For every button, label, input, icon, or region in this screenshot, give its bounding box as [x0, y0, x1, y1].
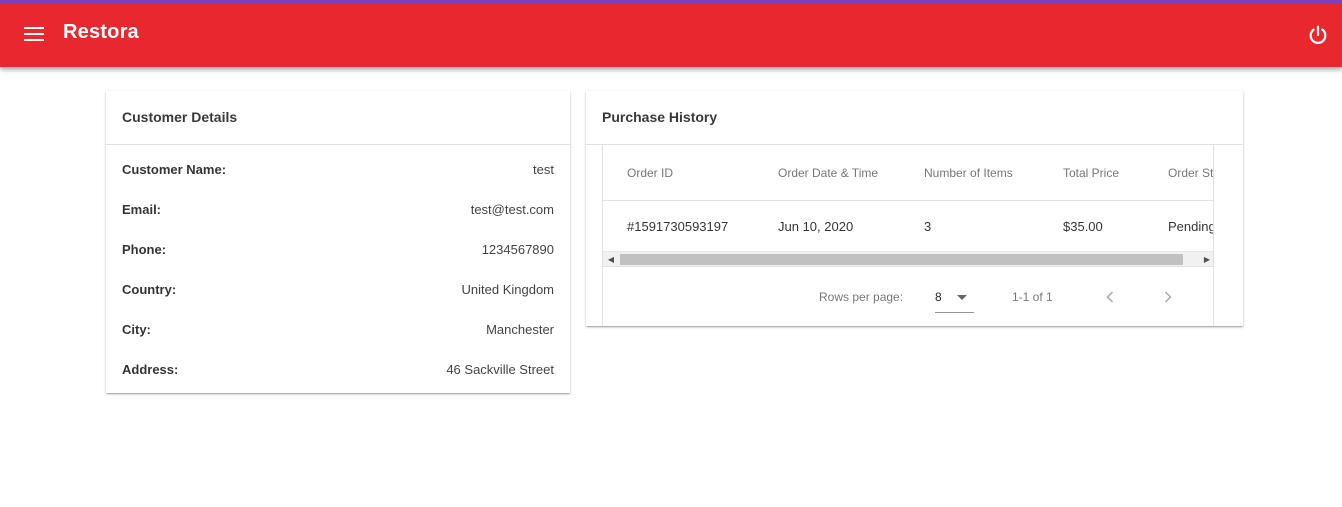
- table-pagination: Rows per page: 8 1-1 of 1: [603, 266, 1213, 326]
- detail-value: test@test.com: [470, 201, 554, 217]
- column-header-number-of-items[interactable]: Number of Items: [924, 166, 1013, 180]
- rows-per-page-label: Rows per page:: [819, 290, 904, 304]
- orders-table: Order ID Order Date & Time Number of Ite…: [602, 145, 1214, 326]
- next-page-button[interactable]: [1150, 279, 1186, 315]
- detail-label: Country:: [122, 281, 177, 297]
- cell-number-of-items: 3: [924, 218, 932, 234]
- purchase-history-card: Purchase History Order ID Order Date & T…: [586, 91, 1243, 326]
- pagination-range: 1-1 of 1: [1012, 290, 1053, 304]
- cell-total-price: $35.00: [1063, 218, 1103, 234]
- caret-down-icon: [957, 295, 967, 300]
- detail-value: test: [533, 161, 554, 177]
- cell-order-status: Pending: [1168, 218, 1214, 234]
- detail-row-city: City: Manchester: [106, 309, 570, 349]
- customer-details-title: Customer Details: [106, 91, 570, 145]
- scroll-right-icon[interactable]: ▶: [1199, 252, 1213, 267]
- customer-details-card: Customer Details Customer Name: test Ema…: [106, 91, 570, 393]
- scrollbar-thumb[interactable]: [620, 254, 1183, 265]
- detail-value: 46 Sackville Street: [446, 361, 554, 377]
- scroll-left-icon[interactable]: ◀: [603, 252, 619, 267]
- detail-value: 1234567890: [481, 241, 554, 257]
- column-header-order-status[interactable]: Order Status: [1168, 166, 1213, 180]
- detail-label: Customer Name:: [122, 161, 227, 177]
- app-title: Restora: [63, 21, 139, 43]
- rows-per-page-value: 8: [935, 290, 942, 304]
- previous-page-button[interactable]: [1092, 279, 1128, 315]
- detail-row-address: Address: 46 Sackville Street: [106, 349, 570, 389]
- column-header-order-id[interactable]: Order ID: [627, 166, 673, 180]
- rows-per-page-select[interactable]: 8: [935, 281, 974, 313]
- detail-value: United Kingdom: [461, 281, 555, 297]
- detail-row-country: Country: United Kingdom: [106, 269, 570, 309]
- table-header-row: Order ID Order Date & Time Number of Ite…: [603, 145, 1213, 201]
- detail-row-name: Customer Name: test: [106, 149, 570, 189]
- table-row[interactable]: #1591730593197 Jun 10, 2020 3 $35.00 Pen…: [603, 201, 1214, 251]
- menu-icon: [24, 27, 44, 41]
- customer-details-list: Customer Name: test Email: test@test.com…: [106, 145, 570, 389]
- column-header-total-price[interactable]: Total Price: [1063, 166, 1119, 180]
- detail-label: Address:: [122, 361, 179, 377]
- cell-order-id: #1591730593197: [627, 218, 729, 234]
- column-header-order-date[interactable]: Order Date & Time: [778, 166, 878, 180]
- detail-label: Phone:: [122, 241, 167, 257]
- power-icon: [1309, 25, 1327, 44]
- chevron-right-icon: [1164, 291, 1172, 303]
- horizontal-scrollbar[interactable]: ◀ ▶: [603, 251, 1213, 267]
- detail-row-email: Email: test@test.com: [106, 189, 570, 229]
- detail-value: Manchester: [486, 321, 554, 337]
- detail-label: City:: [122, 321, 151, 337]
- purchase-history-title: Purchase History: [586, 91, 1243, 145]
- detail-label: Email:: [122, 201, 162, 217]
- app-bar: Restora: [0, 0, 1342, 67]
- detail-row-phone: Phone: 1234567890: [106, 229, 570, 269]
- chevron-left-icon: [1106, 291, 1114, 303]
- logout-button[interactable]: [1298, 15, 1338, 55]
- cell-order-date: Jun 10, 2020: [778, 218, 854, 234]
- menu-button[interactable]: [14, 14, 54, 54]
